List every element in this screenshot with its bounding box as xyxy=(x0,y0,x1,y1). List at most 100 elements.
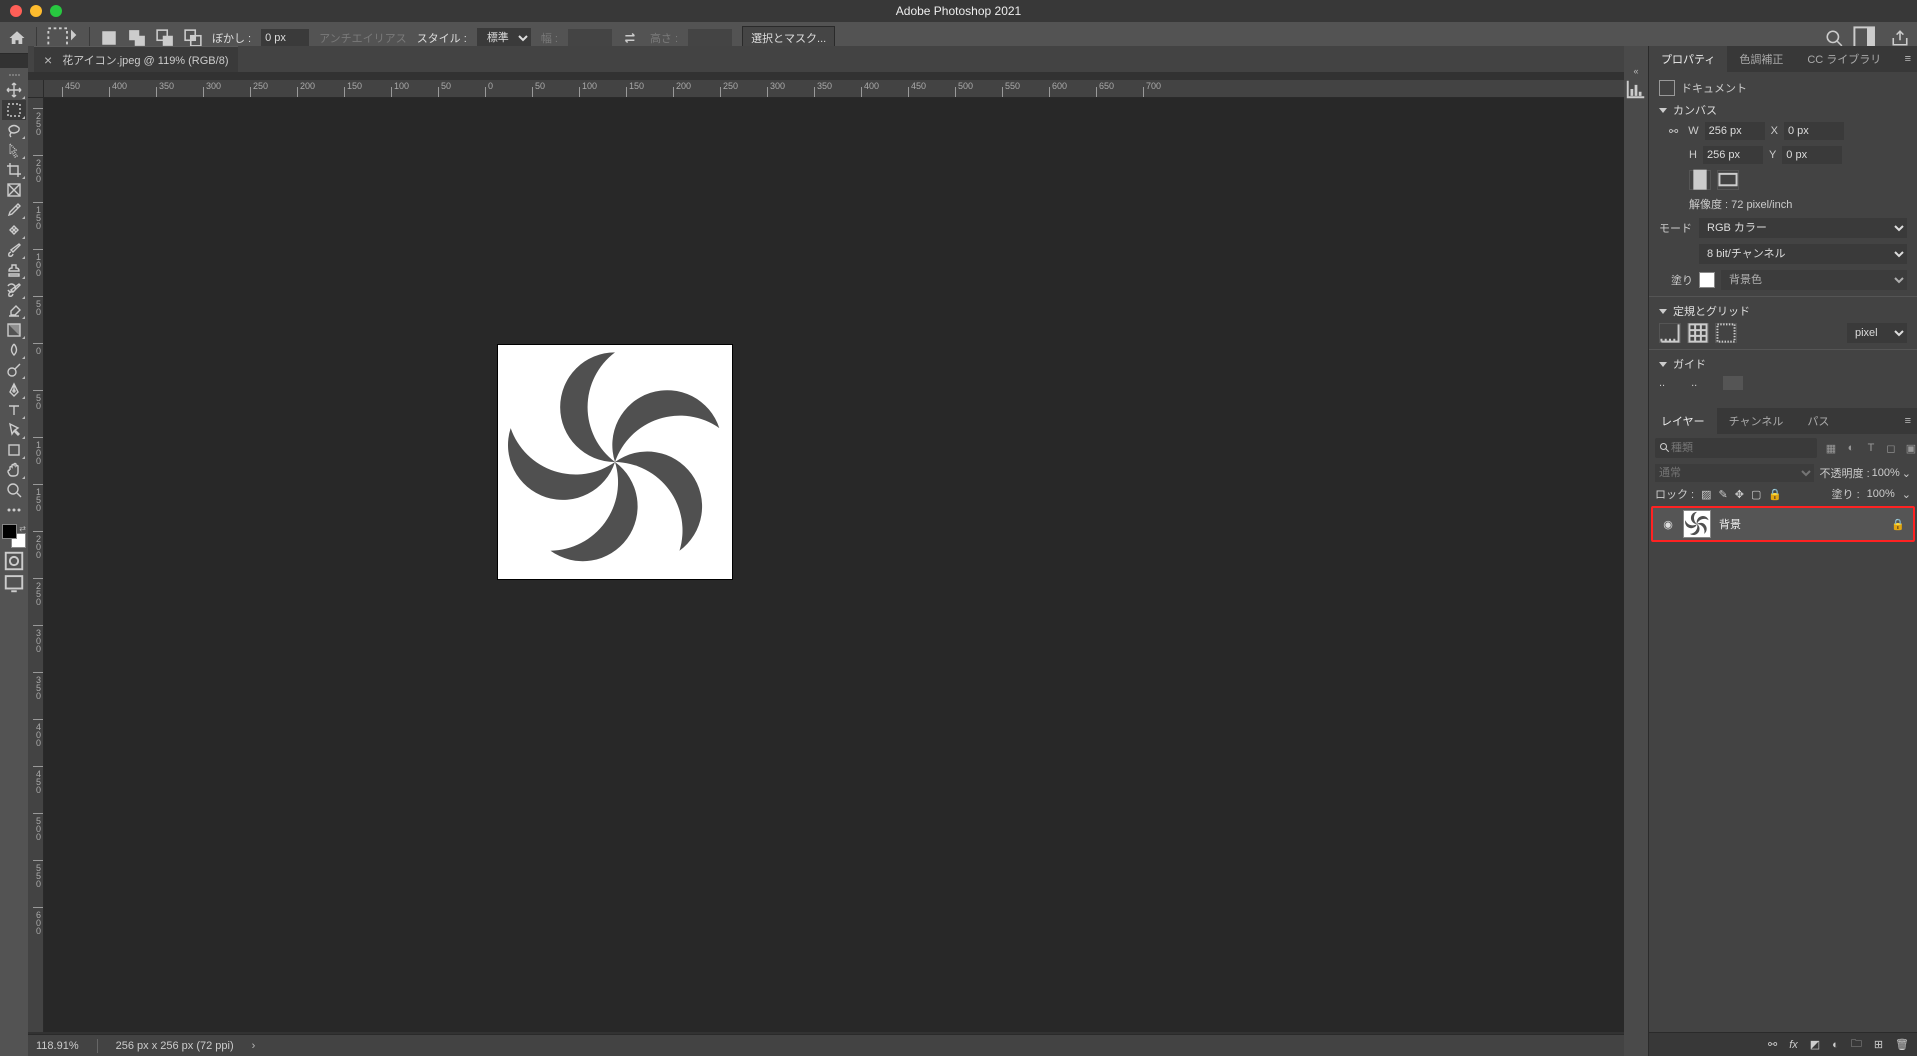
lock-all-icon[interactable]: 🔒 xyxy=(1768,488,1782,501)
landscape-orient-button[interactable] xyxy=(1717,170,1739,190)
zoom-level[interactable]: 118.91% xyxy=(36,1040,79,1052)
panel-grip[interactable] xyxy=(0,70,28,80)
layer-row-background[interactable]: ◉ 背景 🔒 xyxy=(1651,506,1915,542)
portrait-orient-button[interactable] xyxy=(1689,170,1711,190)
filter-adjust-icon[interactable]: ◐ xyxy=(1843,440,1859,456)
add-selection-icon[interactable] xyxy=(128,29,146,47)
panel-menu-icon[interactable]: ≡ xyxy=(1905,415,1911,427)
canvas-section-label[interactable]: カンバス xyxy=(1659,102,1907,118)
intersect-selection-icon[interactable] xyxy=(184,29,202,47)
lasso-tool[interactable] xyxy=(2,120,26,140)
expand-dock-icon[interactable]: « xyxy=(1633,66,1638,76)
layer-filter-search[interactable] xyxy=(1655,438,1817,458)
swap-colors-icon[interactable]: ⇄ xyxy=(19,524,26,533)
tab-channels[interactable]: チャンネル xyxy=(1717,408,1796,434)
marquee-tool[interactable] xyxy=(2,100,26,120)
close-tab-icon[interactable]: × xyxy=(44,52,52,68)
foreground-swatch[interactable] xyxy=(2,524,17,539)
ruler-grid-section-label[interactable]: 定規とグリッド xyxy=(1659,303,1907,319)
mode-select[interactable]: RGB カラー xyxy=(1699,218,1907,238)
feather-input[interactable] xyxy=(261,29,309,47)
vertical-ruler[interactable]: 2502001501005005010015020025030035040045… xyxy=(28,98,44,1032)
new-selection-icon[interactable] xyxy=(100,29,118,47)
swap-wh-icon[interactable] xyxy=(622,29,640,47)
layer-mask-icon[interactable]: ◩ xyxy=(1810,1038,1820,1051)
horizontal-ruler[interactable]: 4504003503002502001501005005010015020025… xyxy=(44,80,1624,98)
lock-paint-icon[interactable]: ✎ xyxy=(1719,488,1728,501)
group-layers-icon[interactable]: 🗀 xyxy=(1851,1035,1862,1054)
zoom-tool[interactable] xyxy=(2,480,26,500)
layer-filter-input[interactable] xyxy=(1671,442,1813,454)
fill-swatch[interactable] xyxy=(1699,272,1715,288)
ruler-origin[interactable] xyxy=(28,80,44,98)
delete-layer-icon[interactable]: 🗑 xyxy=(1895,1038,1909,1051)
panel-menu-icon[interactable]: ≡ xyxy=(1905,53,1911,65)
layer-lock-icon[interactable]: 🔒 xyxy=(1891,518,1905,531)
document-tab[interactable]: × 花アイコン.jpeg @ 119% (RGB/8) xyxy=(34,46,238,72)
frame-tool[interactable] xyxy=(2,180,26,200)
new-layer-icon[interactable]: ⊞ xyxy=(1874,1038,1883,1051)
stamp-tool[interactable] xyxy=(2,260,26,280)
filter-type-icon[interactable]: T xyxy=(1863,440,1879,456)
gradient-tool[interactable] xyxy=(2,320,26,340)
lock-artboard-icon[interactable]: ▢ xyxy=(1751,488,1761,501)
layer-name[interactable]: 背景 xyxy=(1719,516,1883,532)
filter-shape-icon[interactable]: ◻ xyxy=(1883,440,1899,456)
pixel-grid-button[interactable] xyxy=(1715,323,1737,343)
close-window-button[interactable] xyxy=(10,5,22,17)
type-tool[interactable] xyxy=(2,400,26,420)
layer-thumbnail[interactable] xyxy=(1683,510,1711,538)
move-tool[interactable] xyxy=(2,80,26,100)
brush-tool[interactable] xyxy=(2,240,26,260)
healing-tool[interactable] xyxy=(2,220,26,240)
filter-smart-icon[interactable]: ▣ xyxy=(1903,440,1917,456)
guide-color[interactable] xyxy=(1723,376,1743,390)
layer-fx-icon[interactable]: fx xyxy=(1789,1039,1798,1051)
height-field[interactable] xyxy=(1703,146,1763,164)
ruler-toggle-button[interactable] xyxy=(1659,323,1681,343)
home-button[interactable] xyxy=(8,29,26,47)
crop-tool[interactable] xyxy=(2,160,26,180)
pen-tool[interactable] xyxy=(2,380,26,400)
depth-select[interactable]: 8 bit/チャンネル xyxy=(1699,244,1907,264)
minimize-window-button[interactable] xyxy=(30,5,42,17)
filter-pixel-icon[interactable]: ▦ xyxy=(1823,440,1839,456)
edit-toolbar-button[interactable] xyxy=(2,500,26,520)
screen-mode-button[interactable] xyxy=(3,574,25,592)
shape-tool[interactable] xyxy=(2,440,26,460)
maximize-window-button[interactable] xyxy=(50,5,62,17)
tab-cc-lib[interactable]: CC ライブラリ xyxy=(1795,46,1893,72)
status-menu-icon[interactable]: › xyxy=(252,1040,256,1052)
tab-adjust[interactable]: 色調補正 xyxy=(1727,46,1795,72)
link-wh-icon[interactable]: ⚯ xyxy=(1669,125,1678,138)
link-layers-icon[interactable]: ⚯ xyxy=(1768,1038,1777,1051)
canvas-area[interactable] xyxy=(44,98,1624,1032)
color-swatches[interactable]: ⇄ xyxy=(2,524,26,548)
path-select-tool[interactable] xyxy=(2,420,26,440)
adjustment-layer-icon[interactable]: ◐ xyxy=(1832,1039,1839,1051)
document-canvas[interactable] xyxy=(498,345,732,579)
width-field[interactable] xyxy=(1705,122,1765,140)
tab-properties[interactable]: プロパティ xyxy=(1649,46,1727,72)
search-icon[interactable] xyxy=(1825,29,1843,47)
history-brush-tool[interactable] xyxy=(2,280,26,300)
visibility-toggle-icon[interactable]: ◉ xyxy=(1661,518,1675,531)
quick-select-tool[interactable] xyxy=(2,140,26,160)
hand-tool[interactable] xyxy=(2,460,26,480)
share-icon[interactable] xyxy=(1891,29,1909,47)
quick-mask-button[interactable] xyxy=(3,552,25,570)
grid-toggle-button[interactable] xyxy=(1687,323,1709,343)
lock-position-icon[interactable]: ✥ xyxy=(1735,488,1744,501)
lock-transparent-icon[interactable]: ▨ xyxy=(1701,488,1711,501)
guides-section-label[interactable]: ガイド xyxy=(1659,356,1907,372)
histogram-panel-icon[interactable] xyxy=(1625,78,1647,100)
style-select[interactable]: 標準 xyxy=(477,28,531,48)
tool-preset-icon[interactable] xyxy=(47,29,79,47)
eraser-tool[interactable] xyxy=(2,300,26,320)
dodge-tool[interactable] xyxy=(2,360,26,380)
workspace-switcher-icon[interactable] xyxy=(1853,29,1881,47)
blur-tool[interactable] xyxy=(2,340,26,360)
tab-layers[interactable]: レイヤー xyxy=(1649,408,1717,434)
subtract-selection-icon[interactable] xyxy=(156,29,174,47)
unit-select[interactable]: pixel xyxy=(1847,323,1907,343)
